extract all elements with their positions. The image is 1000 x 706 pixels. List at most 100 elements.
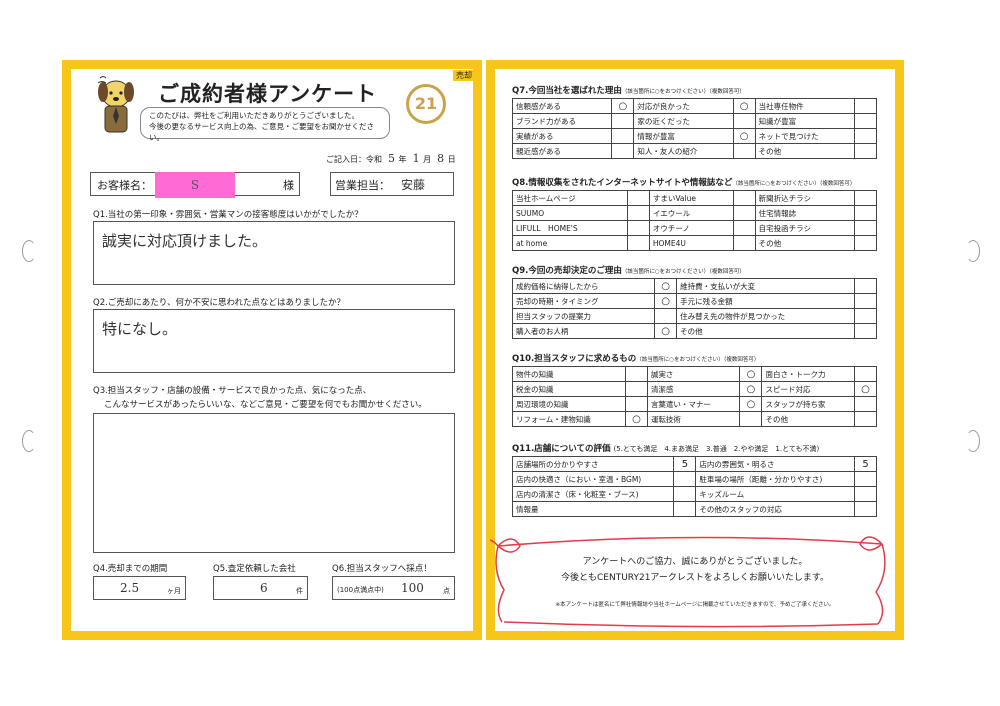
option-row: SUUMO イエウール 住宅情報誌: [512, 205, 877, 221]
option-mark: [854, 113, 877, 129]
option-mark: ○: [654, 278, 678, 294]
q3-question-line-1: Q3.担当スタッフ・店舗の設備・サービスで良かった点、気になった点、: [93, 386, 372, 396]
date-year-unit: 年: [398, 155, 407, 164]
q10-table: 物件の知識 誠実さ ○ 面白さ・トーク力 税金の知識 清潔感 ○ スピード対応 ○ 周辺環境の知識…: [512, 366, 877, 427]
option-label: 駐車場の場所（距離・分かりやすさ): [695, 471, 855, 487]
option-label: その他: [676, 323, 855, 339]
intro-line-2: 今後の更なるサービス向上の為、ご意見・ご要望をお聞かせください。: [149, 122, 374, 142]
q2-answer-box: 特になし。: [93, 309, 455, 373]
q7-title: Q7.今回当社を選ばれた理由（該当箇所に○をおつけください）（複数回答可）: [512, 84, 745, 96]
staff-value: 安藤: [401, 178, 426, 192]
option-mark: [626, 220, 650, 236]
entry-date: ご記入日：令和 5年 1月 8日: [326, 152, 456, 165]
q5-unit: 件: [296, 587, 303, 595]
option-mark: [854, 128, 877, 144]
option-mark: [624, 366, 648, 382]
punch-hole-right: [966, 430, 980, 452]
footer-thanks-line-2: 今後ともCENTURY21アークレストをよろしくお願いいたします。: [561, 573, 829, 583]
option-label: 実績がある: [511, 128, 613, 144]
option-label: 情報量: [511, 501, 675, 517]
option-mark: ○: [732, 98, 756, 114]
option-label: リフォーム・建物知識: [512, 411, 626, 427]
option-label: 運転技術: [646, 411, 741, 427]
date-year: 5: [388, 152, 396, 165]
option-label: 面白さ・トーク力: [761, 366, 855, 382]
option-label: ブランド力がある: [511, 113, 613, 129]
option-mark: ○: [611, 98, 635, 114]
option-row: 実績がある 情報が豊富 ○ ネットで見つけた: [511, 128, 877, 144]
option-mark: [626, 205, 650, 221]
q9-title-text: Q9.今回の売却決定のご理由: [512, 266, 622, 276]
option-row: 税金の知識 清潔感 ○ スピード対応 ○: [512, 381, 877, 397]
option-row: at home HOME4U その他: [512, 235, 877, 251]
option-label: 当社専任物件: [754, 98, 856, 114]
option-label: 誠実さ: [646, 366, 741, 382]
option-mark: [732, 190, 756, 206]
option-row: 周辺環境の知識 言葉遣い・マナー ○ スタッフが持ち家: [512, 396, 877, 412]
option-mark: [732, 113, 756, 129]
option-mark: 5: [673, 456, 697, 472]
q8-note: （該当箇所に○をおつけください）（複数回答可）: [732, 181, 856, 187]
option-row: 成約価格に納得したから ○ 維持費・支払いが大変: [511, 278, 877, 294]
option-row: 信頼感がある ○ 対応が良かった ○ 当社専任物件: [511, 98, 877, 114]
q5-label: Q5.査定依頼した会社: [213, 564, 296, 574]
option-mark: [673, 471, 697, 487]
option-label: at home: [512, 235, 628, 251]
option-mark: [854, 501, 877, 517]
customer-label: お客様名：: [97, 179, 152, 192]
option-label: 自宅投函チラシ: [754, 220, 856, 236]
option-label: 店内の快適さ（におい・室温・BGM): [511, 471, 675, 487]
q2-answer: 特になし。: [102, 320, 178, 338]
punch-hole-left: [22, 430, 36, 452]
option-mark: ○: [739, 366, 763, 382]
option-row: 店内の快適さ（におい・室温・BGM) 駐車場の場所（距離・分かりやすさ): [511, 471, 877, 487]
option-mark: [854, 205, 877, 221]
option-label: その他: [761, 411, 855, 427]
staff-field: 営業担当： 安藤: [330, 172, 454, 196]
option-mark: [673, 486, 697, 502]
q8-title: Q8.情報収集をされたインターネットサイトや情報誌など（該当箇所に○をおつけくだ…: [512, 176, 855, 188]
option-mark: [854, 323, 877, 339]
staff-label: 営業担当：: [335, 179, 390, 192]
option-mark: [611, 143, 635, 159]
option-mark: ○: [624, 411, 648, 427]
date-month: 1: [412, 152, 420, 165]
option-row: 店舗場所の分かりやすさ 5 店内の雰囲気・明るさ 5: [511, 456, 877, 472]
option-mark: [654, 308, 678, 324]
q1-answer-box: 誠実に対応頂けました。: [93, 221, 455, 285]
q7-table: 信頼感がある ○ 対応が良かった ○ 当社専任物件 ブランド力がある 家の近くだった 知識が豊…: [511, 98, 877, 159]
punch-hole-right: [966, 240, 980, 262]
option-label: 維持費・支払いが大変: [676, 278, 855, 294]
option-mark: [854, 143, 877, 159]
page-tag: 売却: [453, 70, 475, 81]
option-mark: [732, 235, 756, 251]
option-label: その他のスタッフの対応: [695, 501, 855, 517]
option-label: 店内の雰囲気・明るさ: [695, 456, 855, 472]
option-mark: [854, 190, 877, 206]
intro-bubble: このたびは、弊社をご利用いただきありがとうございました。 今後の更なるサービス向…: [140, 107, 390, 142]
option-mark: ○: [654, 293, 678, 309]
option-label: 周辺環境の知識: [512, 396, 626, 412]
option-mark: [854, 396, 877, 412]
option-label: 知識が豊富: [754, 113, 856, 129]
q1-question: Q1.当社の第一印象・雰囲気・営業マンの接客態度はいかがでしたか？: [93, 210, 363, 220]
q10-title: Q10.担当スタッフに求めるもの（該当箇所に○をおつけください）（複数回答可）: [512, 352, 759, 364]
option-label: 購入者のお人柄: [511, 323, 656, 339]
option-mark: [624, 381, 648, 397]
q6-value: 100: [401, 581, 424, 595]
option-row: 担当スタッフの提案力 住み替え先の物件が見つかった: [511, 308, 877, 324]
option-label: ネットで見つけた: [754, 128, 856, 144]
option-label: スタッフが持ち家: [761, 396, 855, 412]
option-mark: [854, 98, 877, 114]
option-mark: [611, 128, 635, 144]
mascot-dog-icon: [97, 76, 134, 133]
q7-note: （該当箇所に○をおつけください）（複数回答可）: [621, 89, 745, 95]
option-mark: [732, 205, 756, 221]
option-label: HOME4U: [648, 235, 734, 251]
option-label: 店内の清潔さ（床・化粧室・ブース): [511, 486, 675, 502]
option-row: ブランド力がある 家の近くだった 知識が豊富: [511, 113, 877, 129]
q10-title-text: Q10.担当スタッフに求めるもの: [512, 354, 637, 364]
option-label: 税金の知識: [512, 381, 626, 397]
q11-scale: (5.とても満足 4.まあ満足 3.普通 2.やや満足 1.とても不満): [613, 445, 820, 453]
option-mark: [854, 220, 877, 236]
